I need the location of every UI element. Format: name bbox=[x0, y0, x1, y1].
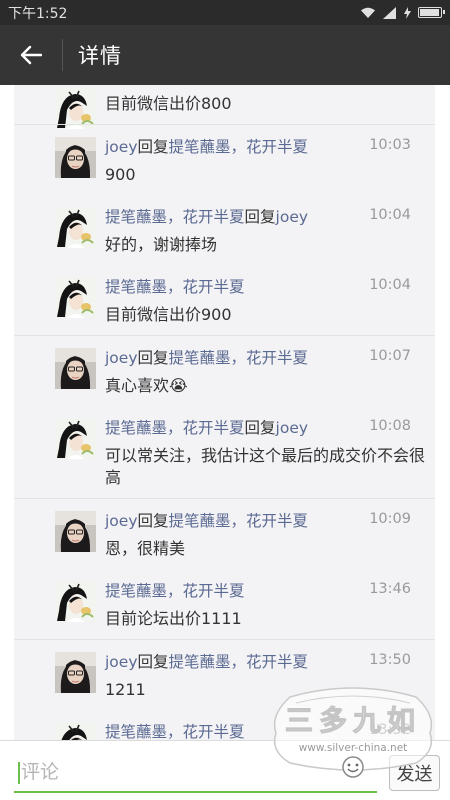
comment-text: 目前微信出价900 bbox=[105, 305, 232, 324]
back-button[interactable] bbox=[0, 25, 62, 85]
comment-time: 10:03 bbox=[369, 137, 411, 153]
page-title: 详情 bbox=[78, 44, 122, 68]
app-header: 详情 bbox=[0, 25, 450, 85]
comment-item[interactable]: 提笔蘸墨，花开半夏 10:04 目前微信出价900 bbox=[14, 265, 435, 335]
comment-author-name[interactable]: 提笔蘸墨，花开半夏 bbox=[105, 582, 245, 600]
avatar[interactable] bbox=[55, 207, 96, 248]
reply-target-name[interactable]: joey bbox=[276, 419, 309, 437]
comment-time: 10:08 bbox=[369, 418, 411, 434]
comment-time: 10:07 bbox=[369, 348, 411, 364]
reply-label: 回复 bbox=[244, 419, 276, 437]
comment-feed: 目前微信出价800 joey回复提笔蘸墨，花开半夏 10:03 900 提笔蘸墨，花开半… bbox=[14, 85, 435, 740]
signal-icon bbox=[383, 6, 396, 19]
comment-list-viewport[interactable]: 目前微信出价800 joey回复提笔蘸墨，花开半夏 10:03 900 提笔蘸墨，花开半… bbox=[0, 85, 450, 740]
comment-placeholder: 评论 bbox=[21, 761, 60, 783]
comment-item[interactable]: 提笔蘸墨，花开半夏回复joey 10:04 好的，谢谢捧场 bbox=[14, 195, 435, 265]
comment-time: 10:09 bbox=[369, 511, 411, 527]
send-button[interactable]: 发送 bbox=[389, 755, 440, 791]
comment-item[interactable]: joey回复提笔蘸墨，花开半夏 10:07 真心喜欢😭 bbox=[14, 335, 435, 406]
comment-author-name[interactable]: 提笔蘸墨，花开半夏 bbox=[105, 419, 245, 437]
reply-target-name[interactable]: 提笔蘸墨，花开半夏 bbox=[169, 512, 309, 530]
status-icons bbox=[360, 6, 445, 19]
comment-author-name[interactable]: joey bbox=[105, 349, 138, 367]
comment-bar: 评论 发送 bbox=[0, 740, 450, 800]
avatar[interactable] bbox=[55, 137, 96, 178]
avatar[interactable] bbox=[55, 88, 96, 129]
comment-item[interactable]: 提笔蘸墨，花开半夏 13:46 目前论坛出价1111 bbox=[14, 569, 435, 639]
text-cursor bbox=[18, 761, 20, 784]
avatar[interactable] bbox=[55, 652, 96, 693]
comment-item[interactable]: joey回复提笔蘸墨，花开半夏 13:50 1211 bbox=[14, 639, 435, 710]
comment-author-name[interactable]: 提笔蘸墨，花开半夏 bbox=[105, 278, 245, 296]
avatar[interactable] bbox=[55, 277, 96, 318]
comment-text: 恩，很精美 bbox=[105, 539, 186, 558]
avatar[interactable] bbox=[55, 348, 96, 389]
status-bar: 下午1:52 bbox=[0, 0, 450, 25]
battery-icon bbox=[418, 7, 445, 18]
reply-target-name[interactable]: joey bbox=[276, 208, 309, 226]
comment-item[interactable]: 提笔蘸墨，花开半夏13:52好的，目前微信出价1211 bbox=[14, 710, 435, 740]
avatar[interactable] bbox=[55, 418, 96, 459]
reply-target-name[interactable]: 提笔蘸墨，花开半夏 bbox=[169, 138, 309, 156]
comment-text: 1211 bbox=[105, 680, 146, 699]
arrow-left-icon bbox=[20, 45, 42, 65]
comment-author-name[interactable]: 提笔蘸墨，花开半夏 bbox=[105, 723, 245, 740]
reply-target-name[interactable]: 提笔蘸墨，花开半夏 bbox=[169, 349, 309, 367]
comment-text: 真心喜欢😭 bbox=[105, 376, 188, 395]
comment-time: 10:04 bbox=[369, 207, 411, 223]
comment-time: 13:52 bbox=[369, 722, 411, 738]
comment-text: 目前微信出价800 bbox=[105, 94, 232, 113]
comment-input-underline bbox=[14, 791, 377, 793]
avatar[interactable] bbox=[55, 511, 96, 552]
avatar[interactable] bbox=[55, 722, 96, 740]
reply-label: 回复 bbox=[137, 349, 169, 367]
reply-label: 回复 bbox=[137, 138, 169, 156]
status-time: 下午1:52 bbox=[8, 5, 68, 22]
comment-author-name[interactable]: 提笔蘸墨，花开半夏 bbox=[105, 208, 245, 226]
comment-author-name[interactable]: joey bbox=[105, 138, 138, 156]
comment-text: 900 bbox=[105, 165, 136, 184]
comment-input[interactable]: 评论 bbox=[14, 755, 387, 789]
avatar[interactable] bbox=[55, 581, 96, 622]
comment-time: 13:46 bbox=[369, 581, 411, 597]
reply-target-name[interactable]: 提笔蘸墨，花开半夏 bbox=[169, 653, 309, 671]
comment-item[interactable]: 提笔蘸墨，花开半夏回复joey 10:08 可以常关注，我估计这个最后的成交价不会很… bbox=[14, 406, 435, 498]
wifi-icon bbox=[361, 7, 375, 18]
reply-label: 回复 bbox=[244, 208, 276, 226]
comment-item[interactable]: joey回复提笔蘸墨，花开半夏 10:09 恩，很精美 bbox=[14, 498, 435, 569]
comment-author-name[interactable]: joey bbox=[105, 512, 138, 530]
reply-label: 回复 bbox=[137, 512, 169, 530]
charging-icon bbox=[404, 6, 411, 19]
comment-time: 13:50 bbox=[369, 652, 411, 668]
reply-label: 回复 bbox=[137, 653, 169, 671]
comment-text: 可以常关注，我估计这个最后的成交价不会很高 bbox=[105, 446, 426, 487]
comment-text: 目前论坛出价1111 bbox=[105, 609, 242, 628]
comment-item[interactable]: joey回复提笔蘸墨，花开半夏 10:03 900 bbox=[14, 124, 435, 195]
comment-author-name[interactable]: joey bbox=[105, 653, 138, 671]
comment-item[interactable]: 目前微信出价800 bbox=[14, 85, 435, 129]
comment-time: 10:04 bbox=[369, 277, 411, 293]
comment-text: 好的，谢谢捧场 bbox=[105, 235, 218, 254]
